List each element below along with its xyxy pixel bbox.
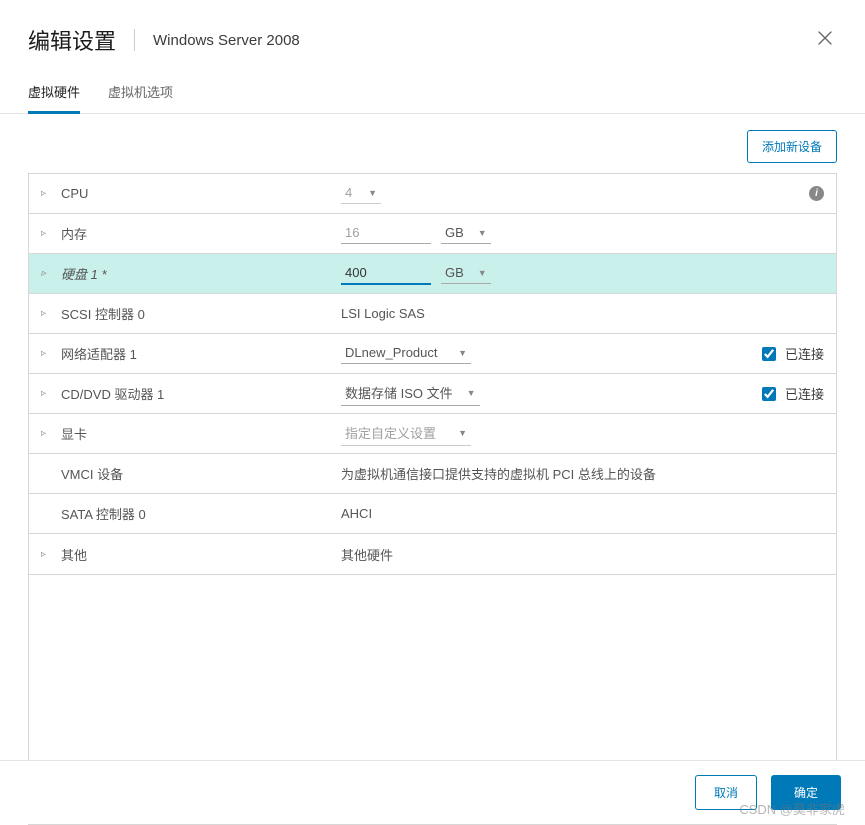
row-cd-dvd-1: ▹ CD/DVD 驱动器 1 数据存储 ISO 文件 ▼ 已连接 <box>29 374 836 414</box>
tab-virtual-hardware[interactable]: 虚拟硬件 <box>28 74 80 114</box>
row-video-card: ▹ 显卡 指定自定义设置 ▼ <box>29 414 836 454</box>
info-icon[interactable]: i <box>809 186 824 201</box>
disk1-unit-select[interactable]: GB ▼ <box>441 263 491 284</box>
cd1-select[interactable]: 数据存储 ISO 文件 ▼ <box>341 381 480 406</box>
cpu-select[interactable]: 4 ▼ <box>341 183 381 204</box>
dialog-footer: 取消 确定 <box>0 760 865 824</box>
add-device-button[interactable]: 添加新设备 <box>747 130 837 163</box>
scsi0-label: SCSI 控制器 0 <box>61 304 145 323</box>
chevron-right-icon[interactable]: ▹ <box>41 268 55 279</box>
cancel-button[interactable]: 取消 <box>695 775 757 810</box>
row-other: ▹ 其他 其他硬件 <box>29 534 836 574</box>
chevron-down-icon: ▼ <box>478 268 487 278</box>
cd1-connected-checkbox[interactable] <box>762 387 776 401</box>
row-scsi-controller-0: ▹ SCSI 控制器 0 LSI Logic SAS <box>29 294 836 334</box>
row-vmci-device: ▹ VMCI 设备 为虚拟机通信接口提供支持的虚拟机 PCI 总线上的设备 <box>29 454 836 494</box>
tabs: 虚拟硬件 虚拟机选项 <box>0 74 865 114</box>
chevron-down-icon: ▼ <box>478 228 487 238</box>
chevron-right-icon[interactable]: ▹ <box>41 348 55 359</box>
cpu-label: CPU <box>61 186 88 201</box>
chevron-right-icon[interactable]: ▹ <box>41 388 55 399</box>
vmci-value: 为虚拟机通信接口提供支持的虚拟机 PCI 总线上的设备 <box>341 464 656 483</box>
scsi0-value: LSI Logic SAS <box>341 306 425 321</box>
chevron-right-icon[interactable]: ▹ <box>41 188 55 199</box>
video-label: 显卡 <box>61 424 87 443</box>
cd1-label: CD/DVD 驱动器 1 <box>61 384 164 403</box>
nic1-label: 网络适配器 1 <box>61 344 137 363</box>
memory-value[interactable]: 16 <box>341 223 431 244</box>
chevron-down-icon: ▼ <box>368 188 377 198</box>
sata0-value: AHCI <box>341 506 372 521</box>
row-hard-disk-1: ▹ 硬盘 1 * GB ▼ <box>29 254 836 294</box>
vmci-label: VMCI 设备 <box>61 464 123 483</box>
chevron-right-icon[interactable]: ▹ <box>41 228 55 239</box>
edit-settings-dialog: 编辑设置 Windows Server 2008 虚拟硬件 虚拟机选项 添加新设… <box>0 0 865 824</box>
video-select[interactable]: 指定自定义设置 ▼ <box>341 421 471 446</box>
disk1-size-input[interactable] <box>341 263 431 285</box>
dialog-subtitle: Windows Server 2008 <box>153 32 300 49</box>
sata0-label: SATA 控制器 0 <box>61 504 146 523</box>
chevron-right-icon[interactable]: ▹ <box>41 549 55 560</box>
dialog-header: 编辑设置 Windows Server 2008 <box>0 0 865 68</box>
nic1-connected-checkbox[interactable] <box>762 347 776 361</box>
chevron-down-icon: ▼ <box>458 428 467 438</box>
nic1-select[interactable]: DLnew_Product ▼ <box>341 343 471 364</box>
ok-button[interactable]: 确定 <box>771 775 841 810</box>
title-divider <box>134 29 135 51</box>
cd1-connected-label: 已连接 <box>785 384 824 403</box>
chevron-right-icon[interactable]: ▹ <box>41 308 55 319</box>
other-value: 其他硬件 <box>341 545 393 564</box>
chevron-down-icon: ▼ <box>458 348 467 358</box>
memory-label: 内存 <box>61 224 87 243</box>
row-network-adapter-1: ▹ 网络适配器 1 DLnew_Product ▼ 已连接 <box>29 334 836 374</box>
chevron-right-icon[interactable]: ▹ <box>41 428 55 439</box>
close-icon[interactable] <box>813 26 837 54</box>
chevron-down-icon: ▼ <box>467 388 476 398</box>
row-sata-controller-0: ▹ SATA 控制器 0 AHCI <box>29 494 836 534</box>
disk1-label: 硬盘 1 * <box>61 264 107 283</box>
nic1-connected-label: 已连接 <box>785 344 824 363</box>
hardware-grid: ▹ CPU 4 ▼ i ▹ 内存 <box>28 173 837 575</box>
memory-unit-select[interactable]: GB ▼ <box>441 223 491 244</box>
row-cpu: ▹ CPU 4 ▼ i <box>29 174 836 214</box>
other-label: 其他 <box>61 545 87 564</box>
top-actions: 添加新设备 <box>28 124 837 173</box>
row-memory: ▹ 内存 16 GB ▼ <box>29 214 836 254</box>
dialog-title: 编辑设置 <box>28 24 116 56</box>
tab-vm-options[interactable]: 虚拟机选项 <box>108 74 173 114</box>
dialog-body: 添加新设备 ▹ CPU 4 ▼ i <box>0 114 865 825</box>
